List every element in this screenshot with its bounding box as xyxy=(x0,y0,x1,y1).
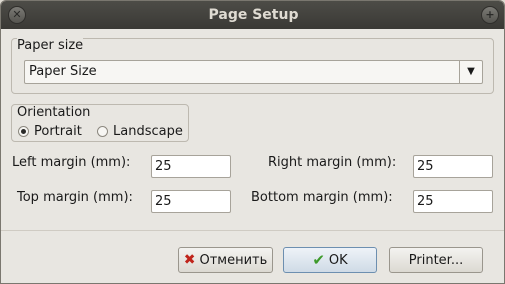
left-margin-label: Left margin (mm): xyxy=(12,155,131,170)
top-margin-field[interactable] xyxy=(151,190,231,213)
top-margin-label: Top margin (mm): xyxy=(17,190,133,205)
dialog-title: Page Setup xyxy=(208,7,299,23)
divider xyxy=(1,230,504,231)
paper-size-select[interactable]: Paper Size ▼ xyxy=(24,60,483,84)
cancel-button[interactable]: ✖ Отменить xyxy=(178,247,273,273)
portrait-label: Portrait xyxy=(34,124,82,139)
close-icon[interactable]: ✕ xyxy=(8,6,26,24)
paper-size-selected-value: Paper Size xyxy=(29,64,97,79)
orientation-group-title: Orientation xyxy=(17,105,91,120)
bottom-margin-label: Bottom margin (mm): xyxy=(251,190,393,205)
landscape-radio[interactable]: Landscape xyxy=(97,124,183,139)
ok-button-label: OK xyxy=(328,252,348,268)
portrait-radio[interactable]: Portrait xyxy=(18,124,82,139)
landscape-label: Landscape xyxy=(113,124,183,139)
page-setup-dialog: ✕ Page Setup + Paper size Paper Size ▼ O… xyxy=(0,0,505,284)
portrait-radio-indicator[interactable] xyxy=(18,126,29,137)
title-bar: ✕ Page Setup + xyxy=(1,1,504,29)
right-margin-label: Right margin (mm): xyxy=(268,155,397,170)
landscape-radio-indicator[interactable] xyxy=(97,126,108,137)
triangle-down-icon[interactable]: ▼ xyxy=(459,61,482,83)
cross-icon: ✖ xyxy=(183,252,196,268)
check-icon: ✔ xyxy=(312,251,325,269)
ok-button[interactable]: ✔ OK xyxy=(283,247,377,273)
right-margin-field[interactable] xyxy=(413,155,493,178)
bottom-margin-field[interactable] xyxy=(413,190,493,213)
printer-button[interactable]: Printer... xyxy=(389,247,483,273)
paper-size-group-title: Paper size xyxy=(17,38,84,53)
maximize-icon[interactable]: + xyxy=(481,6,499,24)
printer-button-label: Printer... xyxy=(408,252,464,268)
left-margin-field[interactable] xyxy=(151,155,231,178)
cancel-button-label: Отменить xyxy=(199,252,268,268)
